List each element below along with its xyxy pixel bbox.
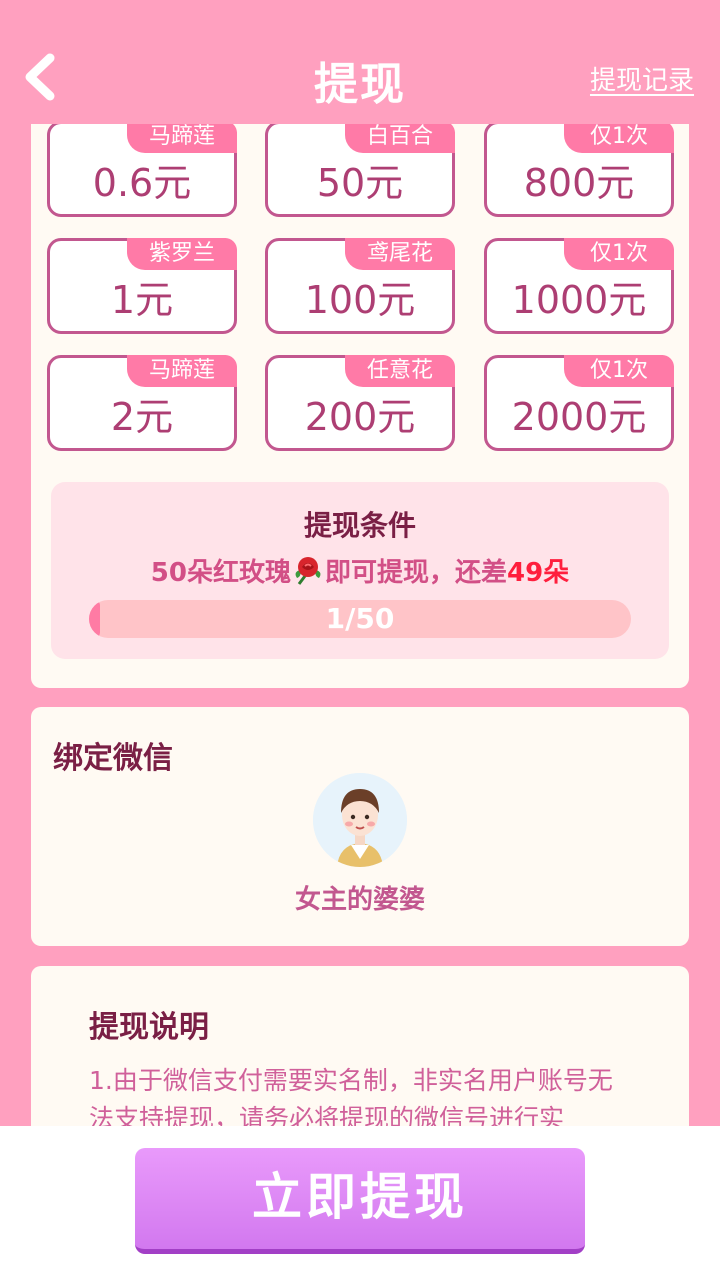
- amount-option[interactable]: 鸢尾花 100元: [265, 238, 455, 334]
- withdraw-options-card: 马蹄莲 0.6元 白百合 50元 仅1次 800元 紫罗兰 1元 鸢尾花 100…: [31, 100, 689, 688]
- amount-option[interactable]: 仅1次 1000元: [484, 238, 674, 334]
- option-amount: 200元: [304, 395, 416, 439]
- withdraw-condition-box: 提现条件 50朵红玫瑰 即可提现，还差49朵 1/50: [51, 482, 669, 659]
- condition-text-middle: 即可提现，还差: [324, 558, 507, 588]
- progress-label: 1/50: [325, 602, 395, 635]
- condition-title: 提现条件: [303, 509, 416, 542]
- option-amount: 2000元: [511, 395, 647, 439]
- option-tag: 任意花: [345, 355, 455, 387]
- amount-option[interactable]: 马蹄莲 2元: [47, 355, 237, 451]
- amount-option[interactable]: 马蹄莲 0.6元: [47, 121, 237, 217]
- option-tag: 仅1次: [564, 121, 674, 153]
- option-tag: 紫罗兰: [127, 238, 237, 270]
- condition-remaining: 49朵: [507, 558, 570, 588]
- option-amount: 800元: [523, 161, 635, 205]
- option-amount: 100元: [304, 278, 416, 322]
- option-amount: 1000元: [511, 278, 647, 322]
- option-tag: 马蹄莲: [127, 121, 237, 153]
- amount-option[interactable]: 白百合 50元: [265, 121, 455, 217]
- header: 提现 提现记录: [0, 0, 720, 124]
- option-tag: 鸢尾花: [345, 238, 455, 270]
- option-tag: 马蹄莲: [127, 355, 237, 387]
- notes-title: 提现说明: [89, 1010, 209, 1045]
- bind-wechat-card: 绑定微信 女主的婆婆: [31, 707, 689, 946]
- option-amount: 0.6元: [92, 161, 192, 205]
- option-amount: 50元: [316, 161, 404, 205]
- avatar: [313, 773, 407, 867]
- option-tag: 仅1次: [564, 238, 674, 270]
- option-amount: 1元: [110, 278, 174, 322]
- withdraw-record-link[interactable]: 提现记录: [590, 60, 694, 97]
- withdraw-now-button[interactable]: 立即提现: [135, 1148, 585, 1254]
- progress-bar: 1/50: [89, 600, 631, 638]
- rose-icon: [295, 557, 321, 585]
- amount-option[interactable]: 仅1次 2000元: [484, 355, 674, 451]
- condition-text-before: 50朵红玫瑰: [150, 558, 291, 588]
- bind-wechat-title: 绑定微信: [53, 741, 173, 776]
- condition-text: 50朵红玫瑰 即可提现，还差49朵: [51, 552, 669, 589]
- bottom-action-bar: 立即提现: [0, 1126, 720, 1280]
- amount-option[interactable]: 紫罗兰 1元: [47, 238, 237, 334]
- amount-option[interactable]: 任意花 200元: [265, 355, 455, 451]
- amount-option[interactable]: 仅1次 800元: [484, 121, 674, 217]
- option-tag: 仅1次: [564, 355, 674, 387]
- wechat-nickname: 女主的婆婆: [294, 885, 425, 915]
- option-tag: 白百合: [345, 121, 455, 153]
- option-amount: 2元: [110, 395, 174, 439]
